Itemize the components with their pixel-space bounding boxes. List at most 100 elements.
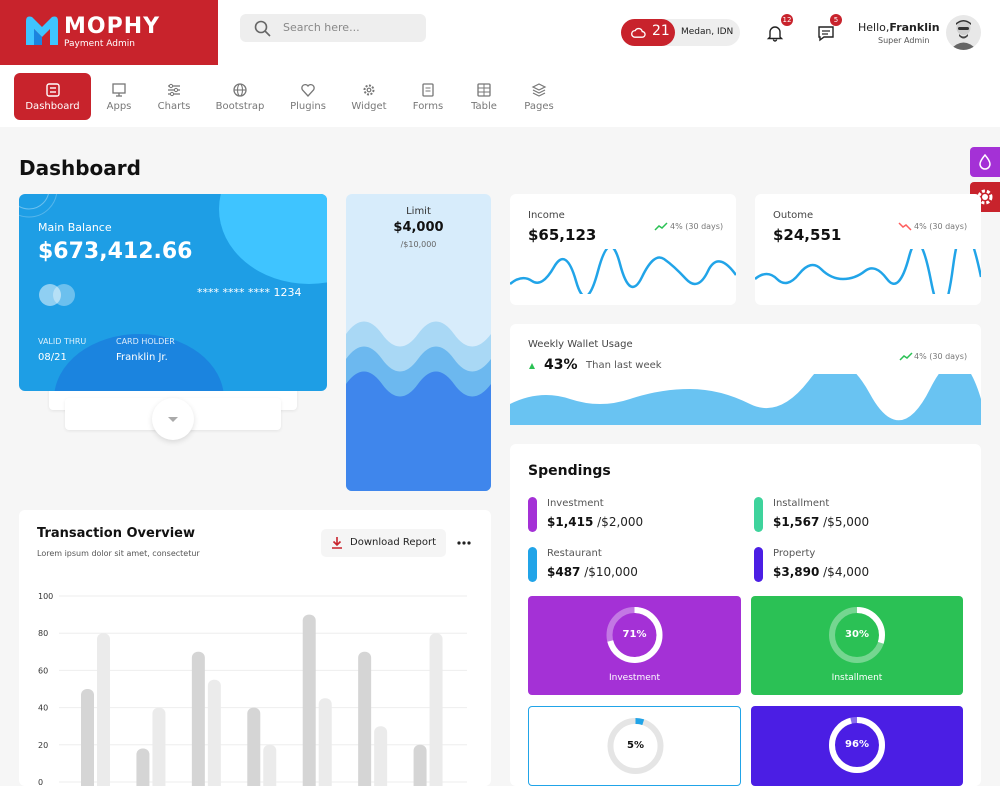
bar[interactable] [207, 679, 221, 786]
main-balance-card[interactable]: Main Balance $673,412.66 **** **** **** … [19, 194, 327, 391]
spending-progress-box[interactable]: 30% Installment [751, 596, 963, 695]
y-tick-label: 0 [38, 778, 43, 786]
bar[interactable] [247, 707, 261, 786]
card-holder: Franklin Jr. [116, 352, 168, 363]
nav-label: Pages [524, 101, 554, 112]
wallet-compare: Than last week [586, 360, 662, 371]
chat-icon[interactable] [817, 24, 835, 42]
spending-label: Property [773, 548, 816, 559]
spending-progress-box[interactable]: 5% [528, 706, 741, 786]
download-label: Download Report [350, 537, 437, 548]
wallet-trend: 4% (30 days) [914, 352, 968, 361]
trend-down-icon [898, 222, 912, 231]
income-sparkline [510, 249, 736, 294]
income-label: Income [528, 210, 565, 221]
avatar[interactable] [946, 15, 981, 50]
nav-label: Plugins [290, 101, 326, 112]
outcome-card[interactable]: Outome $24,551 4% (30 days) [755, 194, 981, 305]
search-icon [254, 20, 271, 37]
spending-color-bar [754, 547, 763, 582]
transaction-bar-chart: 100 80 60 40 20 0 [38, 592, 467, 786]
sliders-icon [168, 83, 180, 97]
nav-label: Widget [351, 101, 387, 112]
brand-name: MOPHY [64, 14, 161, 39]
nav-item-widget[interactable]: Widget [346, 73, 392, 120]
nav-label: Table [471, 101, 497, 112]
card-rings-decoration [19, 194, 58, 218]
y-tick-label: 60 [38, 666, 48, 675]
limit-label: Limit [406, 206, 431, 217]
spending-spent: $1,415 [547, 515, 594, 529]
brand-logo-icon [26, 16, 58, 45]
globe-icon [233, 83, 247, 97]
spending-color-bar [528, 497, 537, 532]
bar[interactable] [358, 651, 372, 786]
bar[interactable] [81, 689, 94, 786]
forms-icon [422, 83, 434, 97]
spending-progress-box[interactable]: 71% Investment [528, 596, 741, 695]
bar[interactable] [191, 651, 205, 786]
download-icon [332, 537, 342, 549]
layers-icon [531, 83, 547, 97]
card-number: **** **** **** 1234 [197, 286, 302, 299]
nav-item-plugins[interactable]: Plugins [282, 73, 334, 120]
brand-panel[interactable]: MOPHY Payment Admin [0, 0, 218, 65]
y-tick-label: 40 [38, 704, 48, 713]
nav-item-bootstrap[interactable]: Bootstrap [211, 73, 269, 120]
income-amount: $65,123 [528, 226, 597, 244]
nav-item-charts[interactable]: Charts [153, 73, 195, 120]
weather-location: Medan, IDN [681, 27, 734, 37]
progress-percent: 30% [845, 629, 869, 640]
transaction-title: Transaction Overview [37, 526, 195, 541]
gear-icon [363, 84, 375, 96]
spending-progress-box[interactable]: 96% [751, 706, 963, 786]
income-card[interactable]: Income $65,123 4% (30 days) [510, 194, 736, 305]
outcome-trend: 4% (30 days) [914, 222, 968, 231]
bar[interactable] [429, 633, 443, 786]
more-icon[interactable] [457, 540, 471, 546]
nav-item-pages[interactable]: Pages [517, 73, 561, 120]
card-brand-icon [39, 284, 75, 306]
y-tick-label: 80 [38, 629, 48, 638]
nav-label: Apps [106, 101, 132, 112]
limit-amount: $4,000 [393, 220, 444, 235]
bar[interactable] [413, 744, 427, 786]
download-report-button[interactable]: Download Report [321, 529, 446, 557]
nav-item-forms[interactable]: Forms [405, 73, 451, 120]
nav-item-dashboard[interactable]: Dashboard [14, 73, 91, 120]
spending-spent: $487 [547, 565, 581, 579]
spending-total: /$10,000 [584, 565, 638, 579]
y-tick-label: 20 [38, 741, 48, 750]
valid-thru: 08/21 [38, 352, 67, 363]
bell-icon[interactable] [766, 24, 784, 42]
spending-total: /$2,000 [597, 515, 644, 529]
transaction-subtitle: Lorem ipsum dolor sit amet, consectetur [37, 549, 200, 558]
user-role: Super Admin [878, 36, 930, 45]
bar[interactable] [302, 614, 316, 786]
outcome-sparkline [755, 249, 981, 294]
card-decoration [219, 194, 327, 284]
bell-badge: 12 [781, 14, 793, 26]
spending-value: $3,890 /$4,000 [773, 565, 869, 579]
bar[interactable] [97, 633, 110, 786]
bar[interactable] [152, 707, 166, 786]
nav-item-table[interactable]: Table [463, 73, 505, 120]
valid-label: VALID THRU [38, 337, 87, 346]
user-greeting: Hello,Franklin [858, 21, 940, 34]
wallet-usage-card[interactable]: Weekly Wallet Usage 43% Than last week 4… [510, 324, 981, 425]
wallet-label: Weekly Wallet Usage [528, 339, 633, 350]
progress-percent: 5% [627, 740, 644, 751]
limit-card[interactable]: Limit $4,000 /$10,000 [346, 194, 491, 491]
bar[interactable] [263, 744, 277, 786]
nav-item-apps[interactable]: Apps [99, 73, 139, 120]
greeting-text: Hello, [858, 21, 890, 34]
wallet-percent: 43% [544, 357, 578, 373]
search-placeholder: Search here... [283, 21, 360, 34]
bar[interactable] [136, 748, 150, 786]
progress-name: Investment [609, 673, 660, 683]
bar[interactable] [318, 698, 332, 786]
theme-button[interactable] [970, 147, 1000, 177]
spending-value: $1,415 /$2,000 [547, 515, 643, 529]
card-expand-button[interactable] [152, 398, 194, 440]
bar[interactable] [374, 726, 388, 786]
